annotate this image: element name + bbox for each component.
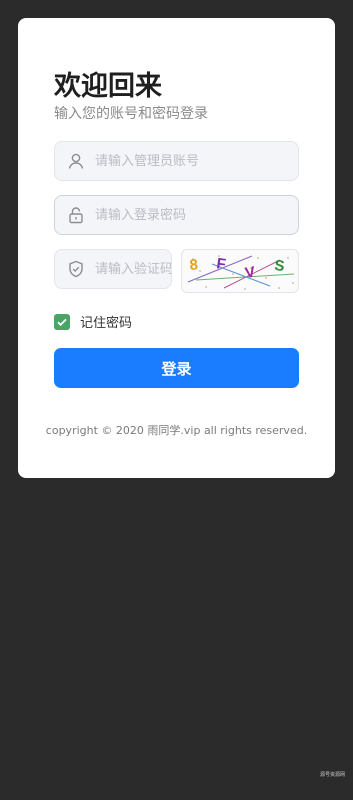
remember-password[interactable]: 记住密码 [54,313,133,331]
captcha-char: V [244,263,257,281]
login-button[interactable]: 登录 [54,348,299,388]
captcha-field[interactable] [54,249,172,289]
check-icon [57,318,67,326]
captcha-char: S [274,257,286,275]
password-input[interactable] [95,196,295,234]
page-subtitle: 输入您的账号和密码登录 [54,106,208,122]
login-card: 欢迎回来 输入您的账号和密码登录 请输入管理员账号 请输入验证码 8 F V S… [18,18,335,478]
captcha-image[interactable]: 8FVS [181,249,299,293]
page-title: 欢迎回来 [54,71,162,102]
copyright-text: copyright © 2020 雨同学.vip all rights rese… [45,424,308,437]
captcha-char: F [215,255,226,273]
lock-icon [67,206,85,224]
remember-checkbox[interactable] [54,313,70,330]
username-input[interactable] [95,142,295,180]
user-icon [67,152,85,170]
watermark-text: 源号资源网 [319,772,345,778]
captcha-input[interactable] [95,250,171,288]
shield-check-icon [67,260,85,278]
remember-label: 记住密码 [80,316,133,331]
captcha-char: 8 [189,256,199,274]
username-field[interactable] [54,141,299,181]
password-field[interactable] [54,195,299,235]
